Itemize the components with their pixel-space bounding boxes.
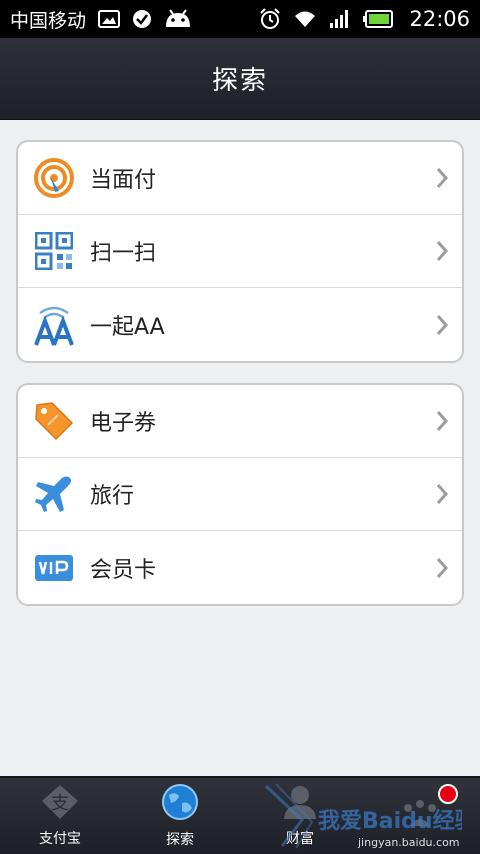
carrier-name: 中国移动 — [10, 9, 87, 32]
chevron-right-icon — [422, 240, 462, 262]
notification-badge — [438, 784, 458, 804]
menu-item-label: 旅行 — [90, 484, 135, 509]
menu-item-coupon[interactable]: 电子券 — [18, 385, 462, 458]
menu-item-aa-split[interactable]: 一起AA — [18, 288, 462, 361]
menu-item-travel[interactable]: 旅行 — [18, 458, 462, 531]
aa-split-icon — [18, 288, 90, 361]
menu-item-label: 当面付 — [90, 168, 157, 193]
svg-text:支: 支 — [51, 793, 69, 814]
menu-item-label: 扫一扫 — [90, 241, 157, 266]
page-header: 探索 — [0, 38, 480, 120]
airplane-icon — [18, 458, 90, 531]
android-notification-icon — [164, 9, 192, 29]
menu-item-vip-card[interactable]: 会员卡 — [18, 531, 462, 604]
bottom-tab-bar: 支 支付宝 探索 财富 — [0, 776, 480, 854]
status-time: 22:06 — [409, 7, 470, 31]
image-notification-icon — [98, 10, 121, 28]
menu-item-pay-in-person[interactable]: 当面付 — [18, 142, 462, 215]
more-icon — [400, 794, 440, 834]
chevron-right-icon — [422, 483, 462, 505]
chevron-right-icon — [422, 410, 462, 432]
menu-item-scan[interactable]: 扫一扫 — [18, 215, 462, 288]
menu-group-services: 电子券 旅行 会员卡 — [16, 383, 464, 606]
tab-label: 财富 — [286, 831, 314, 847]
pay-in-person-icon — [18, 142, 90, 215]
page-title: 探索 — [211, 66, 268, 96]
wealth-person-icon — [281, 784, 319, 824]
check-notification-icon — [132, 9, 152, 29]
alipay-icon: 支 — [40, 784, 80, 824]
globe-icon — [161, 783, 199, 825]
tab-explore[interactable]: 探索 — [120, 778, 240, 854]
status-bar: 中国移动 22:06 — [0, 0, 480, 38]
chevron-right-icon — [422, 314, 462, 336]
menu-item-label: 会员卡 — [90, 557, 157, 583]
wifi-icon — [293, 9, 317, 29]
status-right: 22:06 — [259, 7, 470, 31]
vip-card-icon — [18, 531, 90, 604]
menu-item-label: 电子券 — [90, 411, 157, 436]
tab-more[interactable] — [360, 778, 480, 854]
coupon-tag-icon — [18, 385, 90, 458]
menu-item-label: 一起AA — [90, 314, 165, 340]
tab-alipay[interactable]: 支 支付宝 — [0, 778, 120, 854]
signal-icon — [329, 9, 351, 29]
qr-scan-icon — [18, 215, 90, 288]
battery-icon — [363, 10, 394, 28]
tab-label: 支付宝 — [39, 831, 81, 847]
tab-wealth[interactable]: 财富 — [240, 778, 360, 854]
chevron-right-icon — [422, 557, 462, 579]
tab-label: 探索 — [166, 832, 194, 848]
status-left: 中国移动 — [10, 6, 192, 33]
chevron-right-icon — [422, 167, 462, 189]
menu-group-payments: 当面付 扫一扫 一起AA — [16, 140, 464, 363]
explore-content: 当面付 扫一扫 一起AA 电子券 旅行 会员卡 — [0, 120, 480, 776]
alarm-icon — [259, 8, 281, 30]
